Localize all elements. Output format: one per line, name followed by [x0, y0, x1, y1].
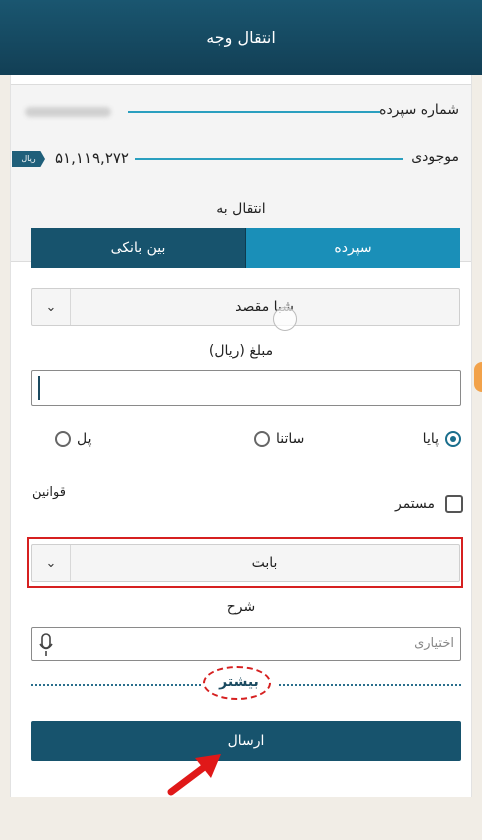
- recurring-label: مستمر: [394, 496, 435, 512]
- account-number-line: [128, 111, 380, 113]
- reason-select-value: بابت: [251, 555, 278, 571]
- transfer-to-label: انتقال به: [216, 201, 266, 217]
- recurring-checkbox[interactable]: [445, 495, 463, 513]
- description-placeholder: اختیاری: [414, 636, 454, 651]
- text-cursor: [38, 376, 40, 400]
- floating-handle[interactable]: [474, 362, 482, 392]
- more-button[interactable]: بیشتر: [201, 665, 277, 705]
- submit-button[interactable]: ارسال: [31, 721, 461, 761]
- chevron-down-icon: ⌄: [32, 289, 71, 325]
- currency-badge: ریال: [12, 151, 45, 167]
- recurring-option[interactable]: مستمر: [395, 493, 463, 515]
- account-number-masked: [25, 107, 111, 117]
- radio-pol[interactable]: [55, 431, 71, 447]
- description-input[interactable]: اختیاری: [31, 627, 461, 661]
- account-number-label: شماره سپرده: [379, 102, 459, 118]
- chevron-down-icon: ⌄: [32, 545, 71, 581]
- method-pol[interactable]: پل: [55, 428, 92, 450]
- transfer-form-card: شماره سپرده موجودی ۵۱,۱۱۹,۲۷۲ ریال انتقا…: [10, 75, 472, 797]
- radio-satna[interactable]: [254, 431, 270, 447]
- method-pol-label: پل: [77, 431, 92, 447]
- page-title: انتقال وجه: [206, 28, 276, 47]
- tab-interbank[interactable]: بین بانکی: [31, 228, 245, 268]
- radio-paya[interactable]: [445, 431, 461, 447]
- destination-select-value: شبا مقصد: [235, 299, 294, 315]
- rules-link[interactable]: قوانین: [32, 485, 66, 500]
- background-pattern: [0, 797, 482, 840]
- tab-deposit[interactable]: سپرده: [246, 228, 460, 268]
- pointer-arrow-icon: [167, 754, 221, 796]
- destination-select[interactable]: ⌄ شبا مقصد: [31, 288, 460, 326]
- method-satna-label: ساتنا: [276, 431, 305, 447]
- method-paya[interactable]: پایا: [423, 428, 461, 450]
- method-satna[interactable]: ساتنا: [254, 428, 304, 450]
- transfer-type-segment: بین بانکی سپرده: [31, 228, 460, 268]
- amount-input[interactable]: [31, 370, 461, 406]
- reason-select[interactable]: ⌄ بابت: [31, 544, 460, 582]
- balance-label: موجودی: [411, 149, 459, 165]
- method-paya-label: پایا: [422, 431, 439, 447]
- microphone-icon[interactable]: [39, 633, 53, 657]
- app-header: انتقال وجه: [0, 0, 482, 75]
- amount-label: مبلغ (ریال): [208, 343, 274, 359]
- balance-value: ۵۱,۱۱۹,۲۷۲: [55, 149, 129, 167]
- more-label: بیشتر: [219, 674, 259, 690]
- touch-indicator: [273, 307, 297, 331]
- balance-line: [135, 158, 403, 160]
- description-label: شرح: [226, 599, 256, 615]
